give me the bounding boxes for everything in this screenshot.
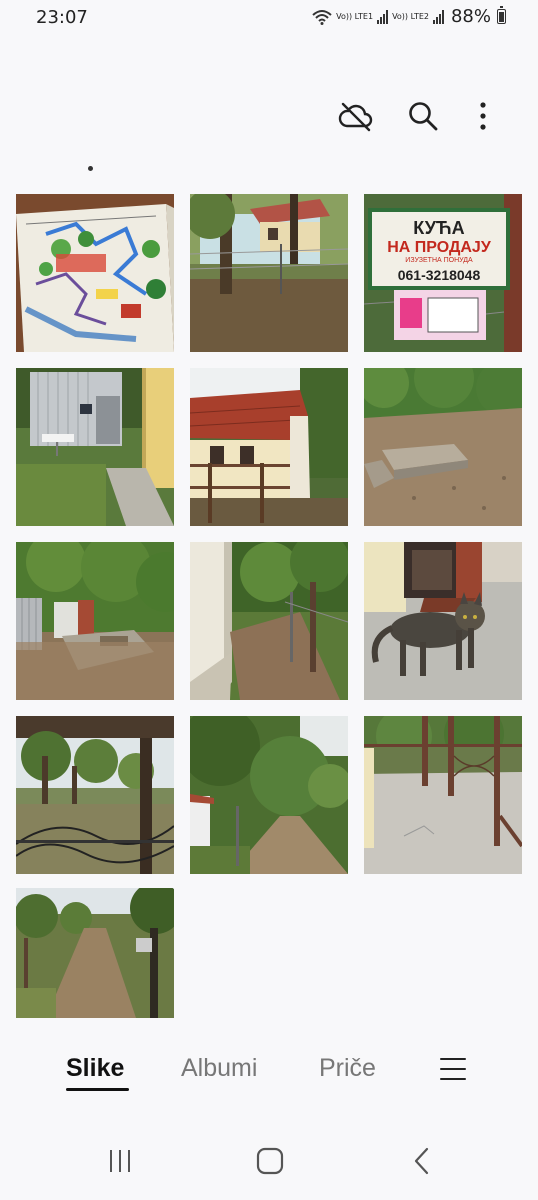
photo-shed-and-yard xyxy=(16,368,174,526)
photo-house-behind-fence xyxy=(190,194,348,352)
photo-thumbnail[interactable] xyxy=(364,368,522,526)
photo-dirt-road xyxy=(16,888,174,1018)
tab-albumi[interactable]: Albumi xyxy=(181,1054,257,1083)
photo-thumbnail[interactable] xyxy=(16,368,174,526)
sim2-label: Vo)) LTE2 xyxy=(392,11,429,21)
system-nav-bar xyxy=(0,1130,538,1190)
photo-thumbnail[interactable] xyxy=(16,194,174,352)
photo-thumbnail[interactable]: КУЋА НА ПРОДАЈУ ИЗУЗЕТНА ПОНУДА 061-3218… xyxy=(364,194,522,352)
menu-icon[interactable] xyxy=(440,1058,466,1080)
home-icon[interactable] xyxy=(250,1144,290,1178)
back-icon[interactable] xyxy=(402,1144,442,1178)
photo-house-side-path xyxy=(190,542,348,700)
svg-text:НА ПРОДАЈУ: НА ПРОДАЈУ xyxy=(387,239,492,256)
signal-icon xyxy=(432,9,444,24)
photo-porch-view-trees xyxy=(16,716,174,874)
photo-thumbnail[interactable] xyxy=(364,542,522,700)
more-options-icon[interactable] xyxy=(463,96,503,136)
scrolled-header-peek xyxy=(88,164,98,172)
photo-terrace-railing xyxy=(364,716,522,874)
signal-icon xyxy=(377,9,389,24)
sim1-label: Vo)) LTE1 xyxy=(336,11,374,21)
photo-thumbnail[interactable] xyxy=(190,716,348,874)
status-bar: 23:07 Vo)) LTE1 Vo)) LTE2 88% xyxy=(0,0,538,36)
photo-garden-slab xyxy=(364,368,522,526)
status-indicators: Vo)) LTE1 Vo)) LTE2 88% xyxy=(312,6,506,27)
battery-percent: 88% xyxy=(450,6,491,27)
photo-thumbnail[interactable] xyxy=(16,542,174,700)
svg-text:КУЋА: КУЋА xyxy=(413,218,464,238)
photo-thumbnail[interactable] xyxy=(190,542,348,700)
photo-garden-path-trees xyxy=(190,716,348,874)
photo-thumbnail[interactable] xyxy=(190,368,348,526)
cloud-off-icon[interactable] xyxy=(336,96,376,136)
photo-thumbnail[interactable] xyxy=(364,716,522,874)
bottom-tab-bar: Slike Albumi Priče xyxy=(0,1048,538,1098)
status-time: 23:07 xyxy=(36,7,88,28)
tab-price[interactable]: Priče xyxy=(319,1054,376,1083)
photo-thumbnail[interactable] xyxy=(16,888,174,1018)
wifi-icon xyxy=(312,9,332,25)
photo-cat-on-porch xyxy=(364,542,522,700)
search-icon[interactable] xyxy=(403,96,443,136)
photo-for-sale-sign: КУЋА НА ПРОДАЈУ ИЗУЗЕТНА ПОНУДА 061-3218… xyxy=(364,194,522,352)
photo-hand-drawn-map xyxy=(16,194,174,352)
photo-red-roof-house xyxy=(190,368,348,526)
photo-thumbnail[interactable] xyxy=(190,194,348,352)
active-tab-indicator xyxy=(66,1088,129,1091)
svg-text:ИЗУЗЕТНА ПОНУДА: ИЗУЗЕТНА ПОНУДА xyxy=(405,257,473,264)
photo-thumbnail[interactable] xyxy=(16,716,174,874)
battery-icon xyxy=(497,6,506,24)
recent-apps-icon[interactable] xyxy=(100,1144,140,1178)
svg-text:061-3218048: 061-3218048 xyxy=(398,267,481,283)
photo-garden-shed xyxy=(16,542,174,700)
tab-slike[interactable]: Slike xyxy=(66,1054,124,1083)
